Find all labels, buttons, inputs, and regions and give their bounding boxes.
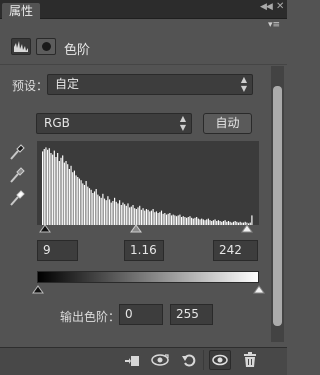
histogram-bar (68, 169, 70, 225)
channel-value: RGB (44, 116, 70, 130)
histogram-bar (85, 181, 87, 225)
panel-menu-icon[interactable]: ▾≡ (268, 20, 280, 30)
white-output-slider[interactable] (253, 285, 265, 294)
white-input-field[interactable]: 242 (213, 240, 258, 261)
select-arrows-icon: ▲ ▼ (179, 114, 186, 132)
histogram-bar (90, 189, 92, 225)
histogram-bar (93, 191, 96, 225)
histogram-bar (55, 157, 57, 225)
gamma-input-field[interactable]: 1.16 (124, 240, 164, 261)
histogram-bar (108, 199, 111, 225)
histogram-bar (75, 175, 77, 225)
levels-adjustment-icon[interactable] (11, 38, 31, 55)
gamma-input-slider[interactable] (130, 224, 142, 233)
histogram-bar (43, 149, 45, 225)
histogram-bar (47, 149, 49, 225)
scrollbar-thumb[interactable] (273, 86, 282, 326)
histogram-bar (67, 164, 69, 225)
histogram-bar (105, 200, 107, 225)
histogram-bar (88, 188, 91, 225)
histogram-bar (122, 202, 124, 225)
tab-properties[interactable]: 属性 (2, 3, 41, 19)
white-point-eyedropper-icon[interactable] (9, 189, 25, 207)
histogram-bar (112, 201, 114, 225)
histogram-bar (57, 153, 59, 225)
view-previous-state-icon[interactable] (149, 350, 171, 370)
histogram-bar (60, 157, 62, 225)
histogram-bar (100, 197, 102, 225)
histogram-bar (107, 196, 109, 225)
toolbar-divider (203, 350, 204, 370)
reset-icon[interactable] (178, 350, 200, 370)
white-input-slider[interactable] (241, 224, 253, 233)
histogram (37, 141, 259, 225)
histogram-bar (110, 202, 112, 225)
histogram-bar (95, 189, 97, 225)
preset-label: 预设： (12, 79, 49, 93)
histogram-bar (102, 193, 104, 225)
histogram-bar (58, 161, 60, 225)
layer-mask-icon[interactable] (36, 38, 56, 55)
histogram-bar (52, 154, 54, 225)
histogram-bar (132, 205, 134, 225)
histogram-bar (119, 200, 121, 225)
channel-select[interactable]: RGB ▲ ▼ (36, 113, 192, 134)
histogram-bar (87, 186, 89, 225)
histogram-bar (50, 153, 52, 225)
histogram-bar (73, 170, 75, 225)
gray-point-eyedropper-icon[interactable] (9, 166, 25, 184)
output-level-sliders[interactable] (31, 284, 265, 296)
histogram-bar (117, 203, 119, 225)
histogram-bar (127, 203, 129, 225)
select-arrows-icon: ▲ ▼ (240, 75, 247, 93)
clip-to-layer-icon[interactable] (121, 350, 143, 370)
close-icon[interactable]: ✕ (276, 1, 284, 12)
histogram-bar (70, 165, 72, 225)
histogram-bar (80, 180, 82, 225)
histogram-bar (115, 201, 117, 225)
panel-tab-bar (0, 0, 287, 19)
input-level-sliders[interactable] (35, 223, 261, 237)
histogram-bar (63, 162, 65, 225)
histogram-bar (124, 204, 126, 225)
histogram-bar (114, 197, 116, 225)
header-divider (0, 64, 287, 65)
delete-icon[interactable] (239, 350, 261, 370)
black-output-field[interactable]: 0 (119, 304, 163, 325)
histogram-bar (62, 155, 64, 225)
toggle-visibility-icon[interactable] (209, 350, 231, 370)
black-input-slider[interactable] (39, 224, 51, 233)
black-input-field[interactable]: 9 (37, 240, 78, 261)
preset-value: 自定 (55, 77, 80, 91)
histogram-bar (78, 178, 81, 225)
black-point-eyedropper-icon[interactable] (9, 143, 25, 161)
black-output-slider[interactable] (32, 285, 44, 294)
histogram-bar (103, 198, 106, 225)
preset-select[interactable]: 自定 ▲ ▼ (47, 74, 253, 95)
panel-title: 色阶 (64, 43, 91, 58)
histogram-bar (92, 193, 94, 225)
white-output-field[interactable]: 255 (170, 304, 213, 325)
collapse-panel-icon[interactable]: ◀◀ (260, 2, 273, 12)
histogram-bar (83, 185, 86, 225)
histogram-bar (72, 172, 74, 225)
histogram-bar (42, 151, 44, 225)
mask-dot (42, 42, 51, 51)
histogram-bar (77, 177, 79, 225)
output-gradient (37, 271, 259, 283)
histogram-bar (65, 161, 67, 225)
histogram-bar (120, 205, 122, 225)
histogram-bar (53, 150, 55, 225)
histogram-bar (82, 183, 84, 225)
histogram-bar (48, 148, 50, 225)
output-levels-label: 输出色阶： (60, 310, 121, 324)
histogram-bar (97, 194, 99, 225)
histogram-bar (98, 196, 101, 225)
auto-button[interactable]: 自动 (203, 113, 252, 134)
histogram-bar (45, 147, 47, 225)
